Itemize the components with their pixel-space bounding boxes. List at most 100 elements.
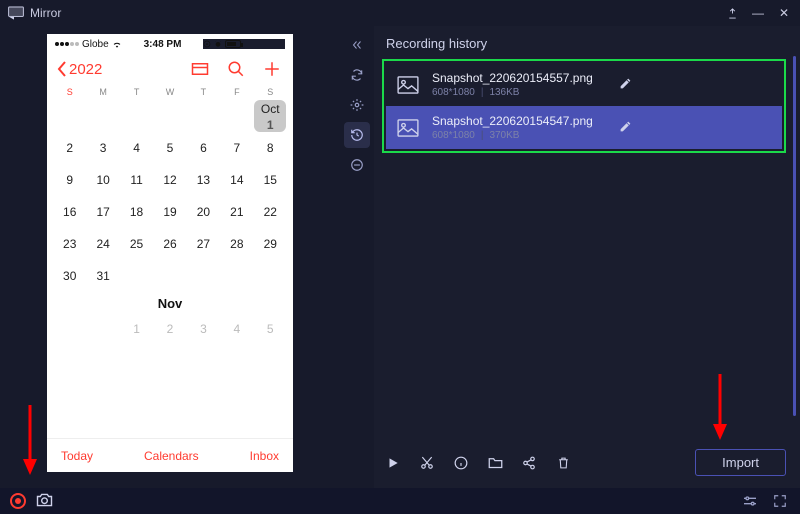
minimize-button[interactable]: — bbox=[750, 5, 766, 21]
inbox-button[interactable]: Inbox bbox=[250, 449, 279, 463]
calendar-cell[interactable]: 3 bbox=[187, 313, 220, 345]
pin-button[interactable] bbox=[724, 5, 740, 21]
fullscreen-button[interactable] bbox=[770, 491, 790, 511]
calendar-cell bbox=[120, 100, 153, 132]
adjust-button[interactable] bbox=[740, 491, 760, 511]
rename-icon[interactable] bbox=[619, 120, 632, 136]
calendar-cell[interactable]: 12 bbox=[153, 164, 186, 196]
calendar-cell bbox=[187, 100, 220, 132]
calendar-cell[interactable]: 31 bbox=[86, 260, 119, 292]
recording-item[interactable]: Snapshot_220620154547.png 608*1080|370KB bbox=[386, 106, 782, 149]
calendar-cell[interactable]: 19 bbox=[153, 196, 186, 228]
play-button[interactable] bbox=[382, 452, 404, 474]
add-button[interactable] bbox=[261, 58, 283, 80]
calendar-cell[interactable]: 2 bbox=[153, 313, 186, 345]
delete-button[interactable] bbox=[552, 452, 574, 474]
back-year-button[interactable]: 2022 bbox=[57, 61, 102, 78]
info-button[interactable] bbox=[450, 452, 472, 474]
record-button[interactable] bbox=[10, 493, 26, 509]
calendar-cell[interactable]: 21 bbox=[220, 196, 253, 228]
snapshot-button[interactable] bbox=[36, 493, 53, 510]
scrollbar[interactable] bbox=[793, 56, 796, 416]
rename-icon[interactable] bbox=[619, 77, 632, 93]
refresh-button[interactable] bbox=[344, 62, 370, 88]
calendar-cell[interactable]: 5 bbox=[153, 132, 186, 164]
side-tools bbox=[340, 26, 374, 488]
calendar-cell[interactable]: 10 bbox=[86, 164, 119, 196]
calendar-cell[interactable]: 5 bbox=[254, 313, 287, 345]
calendar-cell[interactable]: 15 bbox=[254, 164, 287, 196]
calendar-cell[interactable]: 13 bbox=[187, 164, 220, 196]
november-grid: 12345 bbox=[47, 313, 293, 345]
calendar-cell[interactable]: 7 bbox=[220, 132, 253, 164]
calendar-cell[interactable]: Oct1 bbox=[254, 100, 287, 132]
calendar-bottom-bar: Today Calendars Inbox bbox=[47, 438, 293, 472]
calendar-cell[interactable]: 4 bbox=[120, 132, 153, 164]
device-mirror-pane: Globe 3:48 PM 2022 bbox=[0, 26, 340, 488]
calendar-cell bbox=[53, 100, 86, 132]
calendar-cell[interactable]: 23 bbox=[53, 228, 86, 260]
calendar-cell[interactable]: 27 bbox=[187, 228, 220, 260]
signal-icon bbox=[55, 42, 79, 46]
calendar-cell[interactable]: 29 bbox=[254, 228, 287, 260]
phone-screen: Globe 3:48 PM 2022 bbox=[47, 34, 293, 472]
file-size: 370KB bbox=[489, 130, 519, 141]
battery-icon bbox=[225, 40, 241, 48]
import-button[interactable]: Import bbox=[695, 449, 786, 476]
wifi-icon bbox=[112, 40, 122, 48]
month-nov-header: Nov bbox=[47, 296, 293, 311]
history-panel: Recording history Snapshot_220620154557.… bbox=[374, 26, 800, 488]
calendar-cell bbox=[220, 100, 253, 132]
calendar-cell[interactable]: 20 bbox=[187, 196, 220, 228]
search-button[interactable] bbox=[225, 58, 247, 80]
calendar-cell[interactable]: 30 bbox=[53, 260, 86, 292]
dow-sun: S bbox=[53, 84, 86, 100]
calendar-cell[interactable]: 6 bbox=[187, 132, 220, 164]
carrier-label: Globe bbox=[82, 39, 109, 50]
dow-sat: S bbox=[254, 84, 287, 100]
month-badge-label: Oct bbox=[261, 100, 280, 118]
month-badge-day: 1 bbox=[267, 118, 274, 132]
calendar-cell[interactable]: 9 bbox=[53, 164, 86, 196]
remove-button[interactable] bbox=[344, 152, 370, 178]
collapse-button[interactable] bbox=[344, 32, 370, 58]
dow-mon: M bbox=[86, 84, 119, 100]
close-button[interactable]: ✕ bbox=[776, 5, 792, 21]
ios-status-bar: Globe 3:48 PM bbox=[47, 34, 293, 54]
app-bottom-bar bbox=[0, 488, 800, 514]
calendar-cell[interactable]: 14 bbox=[220, 164, 253, 196]
weekday-row: S M T W T F S bbox=[47, 84, 293, 100]
list-view-button[interactable] bbox=[189, 58, 211, 80]
calendar-cell[interactable]: 16 bbox=[53, 196, 86, 228]
today-button[interactable]: Today bbox=[61, 449, 93, 463]
recording-toolbar: Import bbox=[382, 443, 786, 478]
calendar-cell bbox=[86, 100, 119, 132]
calendar-cell[interactable]: 11 bbox=[120, 164, 153, 196]
clock-label: 3:48 PM bbox=[122, 39, 204, 50]
calendar-cell[interactable]: 2 bbox=[53, 132, 86, 164]
calendar-cell[interactable]: 18 bbox=[120, 196, 153, 228]
file-name: Snapshot_220620154547.png bbox=[432, 114, 593, 128]
history-button[interactable] bbox=[344, 122, 370, 148]
calendar-cell[interactable]: 26 bbox=[153, 228, 186, 260]
calendar-cell[interactable]: 3 bbox=[86, 132, 119, 164]
calendar-cell[interactable]: 17 bbox=[86, 196, 119, 228]
chevron-left-icon bbox=[57, 61, 67, 77]
calendars-button[interactable]: Calendars bbox=[144, 449, 199, 463]
cut-button[interactable] bbox=[416, 452, 438, 474]
recording-item[interactable]: Snapshot_220620154557.png 608*1080|136KB bbox=[386, 63, 782, 106]
calendar-cell[interactable]: 1 bbox=[120, 313, 153, 345]
calendar-cell[interactable]: 22 bbox=[254, 196, 287, 228]
calendar-cell[interactable]: 24 bbox=[86, 228, 119, 260]
file-res: 608*1080 bbox=[432, 130, 475, 141]
image-icon bbox=[396, 118, 420, 138]
calendar-cell[interactable]: 28 bbox=[220, 228, 253, 260]
calendar-cell[interactable]: 25 bbox=[120, 228, 153, 260]
calendar-cell[interactable]: 4 bbox=[220, 313, 253, 345]
share-button[interactable] bbox=[518, 452, 540, 474]
calendar-cell[interactable]: 8 bbox=[254, 132, 287, 164]
calendar-cell bbox=[153, 100, 186, 132]
settings-button[interactable] bbox=[344, 92, 370, 118]
folder-button[interactable] bbox=[484, 452, 506, 474]
calendar-cell bbox=[86, 313, 119, 345]
